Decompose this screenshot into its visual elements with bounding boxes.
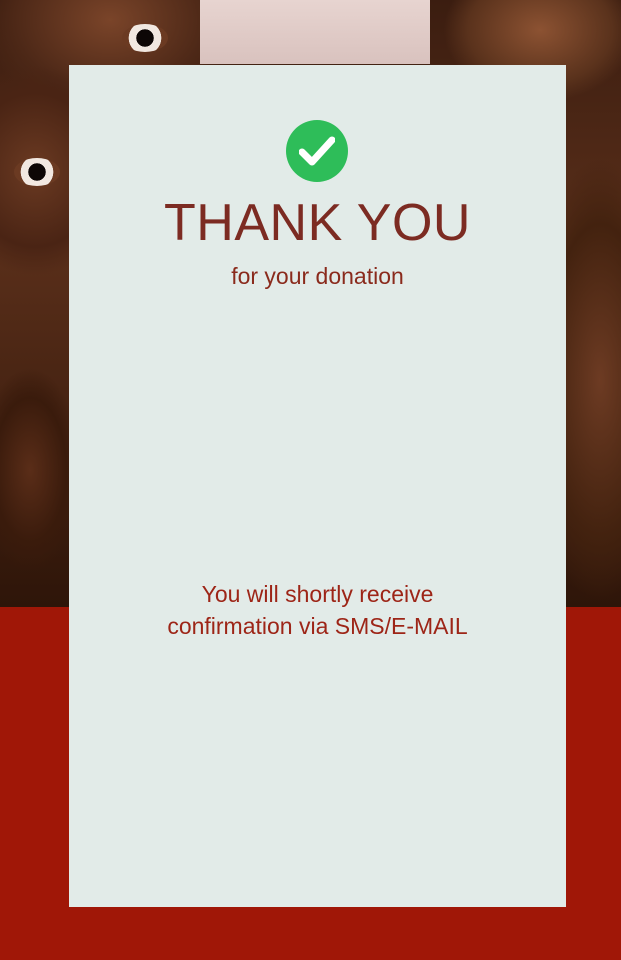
check-circle-icon [286,120,348,182]
photo-eye-detail [122,24,168,52]
confirmation-card: THANK YOU for your donation You will sho… [69,65,566,907]
page-subtitle: for your donation [231,263,404,289]
message-line-1: You will shortly receive [201,581,434,607]
donation-thank-you-screen: THANK YOU for your donation You will sho… [0,0,621,960]
photo-eye-detail [14,158,60,186]
message-line-2: confirmation via SMS/E-MAIL [167,613,468,639]
confirmation-message: You will shortly receive confirmation vi… [69,578,566,642]
photo-shirt-detail [200,0,430,64]
checkmark-icon [299,136,335,166]
page-title: THANK YOU [164,194,471,252]
